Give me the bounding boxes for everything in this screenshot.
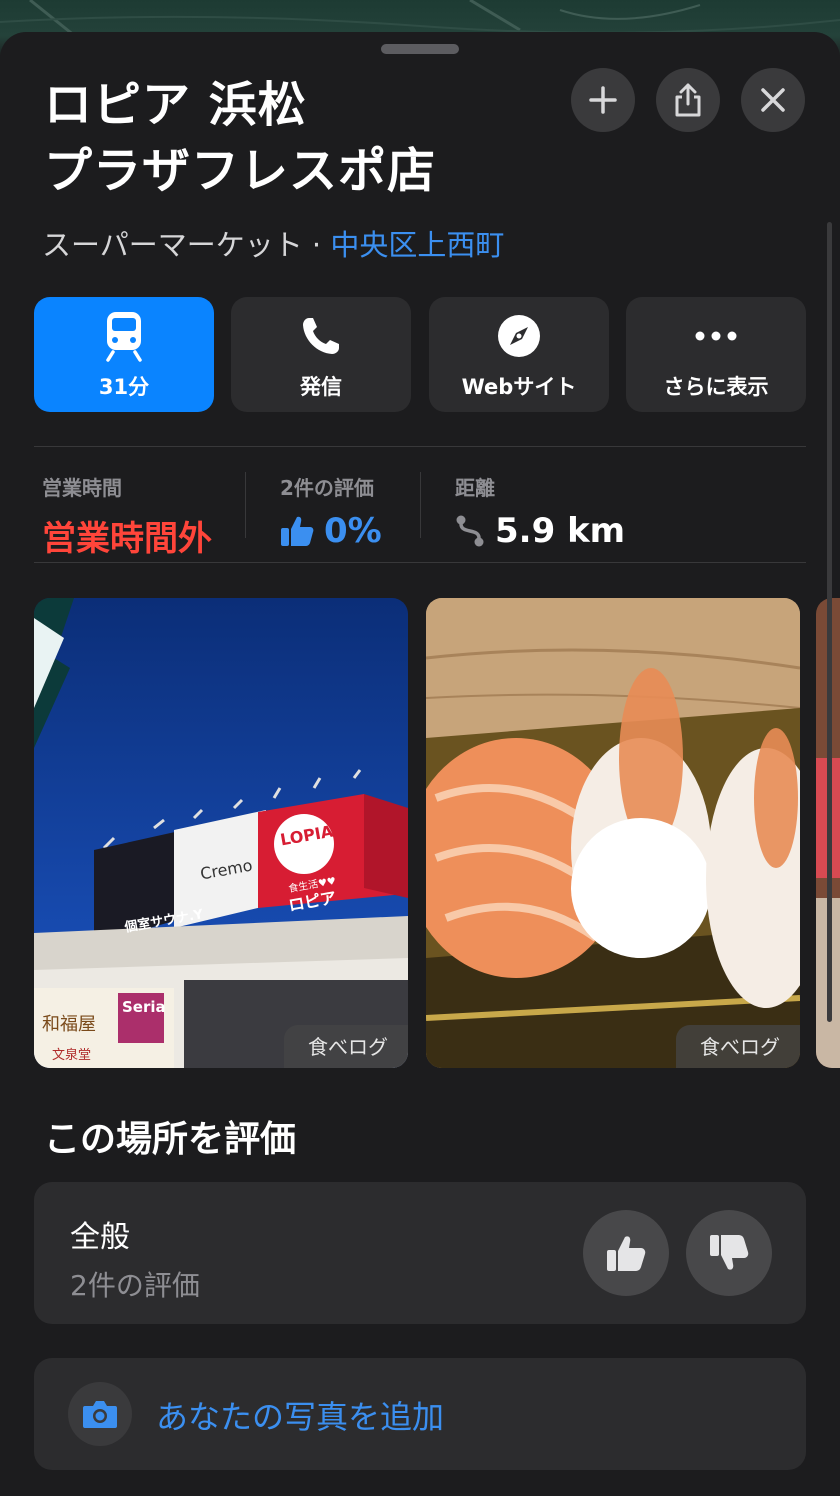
rate-section-title: この場所を評価	[44, 1119, 297, 1160]
info-row: 営業時間 営業時間外 2件の評価 0% 距離 5.9 km	[34, 462, 806, 562]
photo-source-tag: 食べログ	[676, 1025, 800, 1068]
thumbs-up-button[interactable]	[583, 1210, 669, 1296]
thumbs-up-icon	[607, 1236, 646, 1271]
distance-info: 距離 5.9 km	[455, 462, 625, 562]
divider	[34, 562, 806, 563]
place-title-line1: ロピア 浜松	[44, 77, 307, 133]
photo-sushi[interactable]: 食べログ	[426, 598, 800, 1068]
place-title-line2: プラザフレスポ店	[44, 143, 437, 199]
thumbs-down-icon	[710, 1235, 749, 1270]
action-buttons: 31分 発信 Webサイト さらに表示	[34, 297, 806, 412]
thumbs-down-button[interactable]	[686, 1210, 772, 1296]
add-button[interactable]	[571, 68, 635, 132]
hours-info[interactable]: 営業時間 営業時間外	[42, 462, 212, 562]
photo-storefront[interactable]: 個室サウナ.Y Cremo LOPIA 食生活♥♥ ロピア Seria 和福屋 …	[34, 598, 408, 1068]
place-card-sheet: ロピア 浜松 プラザフレスポ店 スーパーマーケット · 中央区上西町 31分 発…	[0, 32, 840, 1496]
divider	[245, 472, 246, 538]
rating-label: 2件の評価	[280, 476, 374, 500]
phone-icon	[303, 318, 339, 354]
sheet-grabber[interactable]	[381, 44, 459, 54]
place-subtitle: スーパーマーケット · 中央区上西町	[42, 222, 504, 264]
close-icon	[761, 88, 785, 112]
camera-button[interactable]	[68, 1382, 132, 1446]
place-title: ロピア 浜松 プラザフレスポ店	[44, 72, 544, 204]
category-label: スーパーマーケット ·	[42, 228, 331, 262]
share-icon	[675, 83, 701, 117]
rating-value: 0%	[324, 511, 382, 551]
distance-value: 5.9 km	[495, 511, 626, 551]
thumbs-up-icon	[281, 516, 314, 546]
overall-count: 2件の評価	[70, 1269, 200, 1302]
scrollbar[interactable]	[827, 222, 832, 1022]
more-icon	[695, 331, 737, 341]
website-label: Webサイト	[461, 375, 577, 399]
call-label: 発信	[300, 375, 342, 399]
rate-card: 全般 2件の評価	[34, 1182, 806, 1324]
camera-icon	[83, 1401, 117, 1428]
directions-button[interactable]: 31分	[34, 297, 214, 412]
hours-label: 営業時間	[42, 476, 122, 500]
divider	[34, 446, 806, 447]
sushi-image	[426, 598, 800, 1068]
storefront-image	[34, 598, 408, 1068]
plus-icon	[589, 86, 617, 114]
hours-value: 営業時間外	[42, 519, 212, 559]
area-link[interactable]: 中央区上西町	[330, 228, 504, 262]
compass-icon	[498, 315, 540, 357]
photo-source-tag: 食べログ	[284, 1025, 408, 1068]
call-button[interactable]: 発信	[231, 297, 411, 412]
train-icon	[106, 312, 142, 362]
add-photo-label: あなたの写真を追加	[156, 1398, 445, 1436]
divider	[420, 472, 421, 538]
add-photo-card[interactable]: あなたの写真を追加	[34, 1358, 806, 1470]
more-button[interactable]: さらに表示	[626, 297, 806, 412]
seria-sign: Seria	[122, 998, 166, 1016]
route-icon	[456, 515, 484, 547]
share-button[interactable]	[656, 68, 720, 132]
wafukuya-sign: 和福屋	[42, 1014, 96, 1035]
overall-label: 全般	[70, 1220, 130, 1255]
more-label: さらに表示	[663, 375, 769, 399]
rating-info[interactable]: 2件の評価 0%	[280, 462, 382, 562]
website-button[interactable]: Webサイト	[429, 297, 609, 412]
close-button[interactable]	[741, 68, 805, 132]
bunkado-sign: 文泉堂	[52, 1048, 92, 1063]
distance-label: 距離	[455, 476, 495, 500]
directions-label: 31分	[98, 375, 150, 399]
